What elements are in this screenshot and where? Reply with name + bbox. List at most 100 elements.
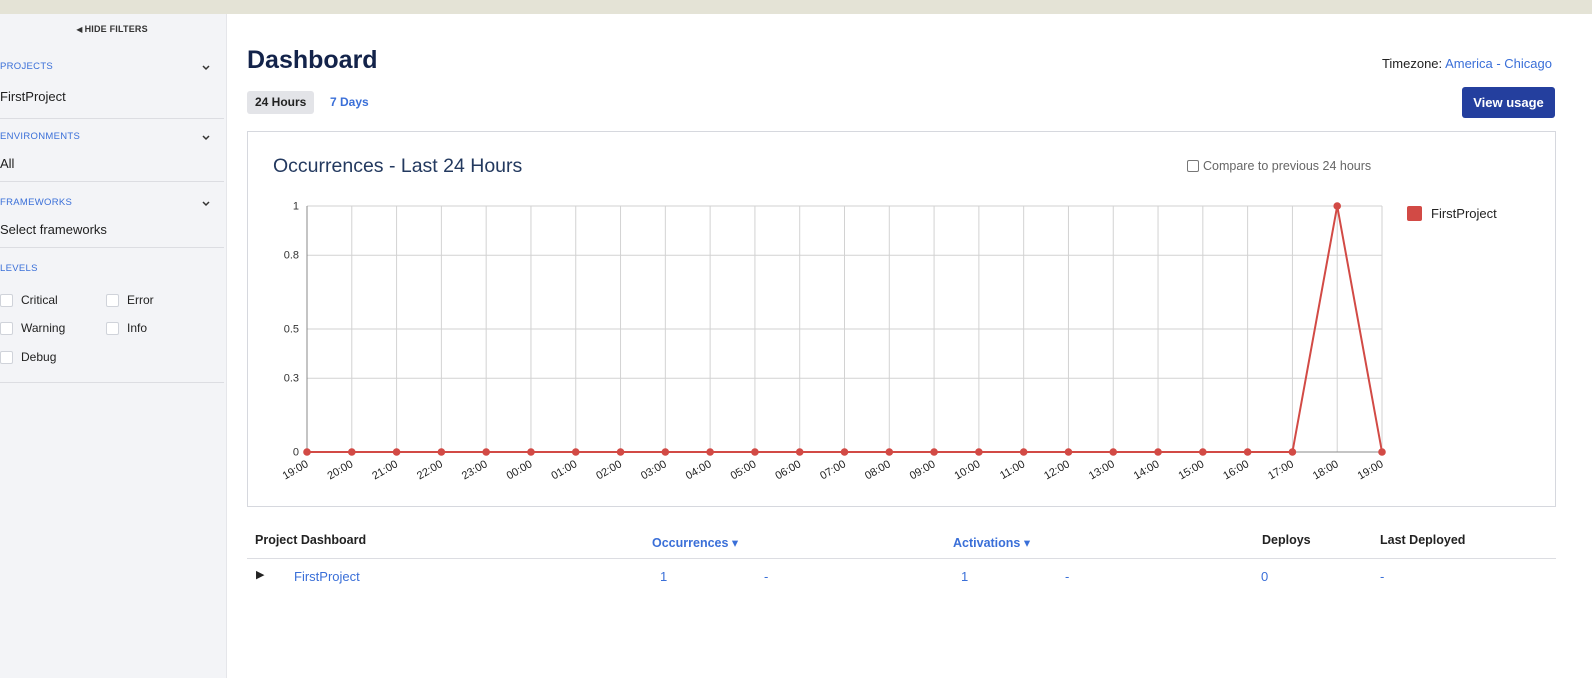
data-point: [571, 448, 580, 456]
filter-projects-value[interactable]: FirstProject: [0, 89, 66, 104]
x-tick-label: 19:00: [1356, 458, 1386, 482]
x-tick-label: 17:00: [1266, 458, 1296, 482]
chevron-down-icon[interactable]: [202, 135, 210, 143]
activations-count[interactable]: 1: [961, 569, 968, 584]
filter-projects-title: PROJECTS: [0, 61, 54, 72]
data-point: [661, 448, 670, 456]
col-last-deployed: Last Deployed: [1380, 533, 1466, 547]
level-info[interactable]: Info: [106, 321, 147, 335]
x-tick-label: 15:00: [1176, 458, 1206, 482]
x-tick-label: 12:00: [1042, 458, 1072, 482]
x-tick-label: 05:00: [729, 458, 759, 482]
x-tick-label: 14:00: [1132, 458, 1162, 482]
x-tick-label: 22:00: [415, 458, 445, 482]
checkbox[interactable]: [0, 293, 13, 307]
x-tick-label: 00:00: [505, 458, 535, 482]
chevron-down-icon[interactable]: [202, 65, 210, 73]
checkbox[interactable]: [106, 321, 119, 335]
y-tick-label: 1: [293, 201, 299, 213]
legend-swatch: [1407, 206, 1422, 221]
occurrences-count[interactable]: 1: [660, 569, 667, 584]
x-tick-label: 04:00: [684, 458, 714, 482]
chevron-down-icon[interactable]: [202, 201, 210, 209]
filter-environments-title: ENVIRONMENTS: [0, 131, 81, 142]
data-point: [347, 448, 356, 456]
x-tick-label: 06:00: [773, 458, 803, 482]
data-point: [930, 448, 938, 456]
filters-sidebar: ◀ HIDE FILTERS PROJECTS FirstProject ENVI…: [0, 14, 227, 678]
data-point: [1154, 448, 1162, 456]
legend-label: FirstProject: [1431, 206, 1497, 221]
y-tick-label: 0: [293, 447, 299, 459]
caret-left-icon: ◀: [76, 25, 83, 34]
data-point: [1243, 448, 1252, 456]
hide-filters-button[interactable]: ◀ HIDE FILTERS: [0, 24, 224, 34]
filter-frameworks-value[interactable]: Select frameworks: [0, 222, 107, 237]
level-warning[interactable]: Warning: [0, 321, 65, 335]
data-point: [1288, 448, 1297, 456]
y-tick-label: 0.5: [284, 324, 299, 336]
x-tick-label: 19:00: [281, 458, 311, 482]
level-label: Warning: [21, 321, 66, 335]
x-tick-label: 03:00: [639, 458, 669, 482]
filter-frameworks-title: FRAMEWORKS: [0, 197, 73, 208]
x-tick-label: 01:00: [549, 458, 579, 482]
level-label: Critical: [21, 293, 58, 307]
level-label: Debug: [21, 350, 57, 364]
activations-change: -: [1065, 569, 1070, 584]
x-tick-label: 20:00: [325, 458, 355, 482]
x-tick-label: 10:00: [953, 458, 983, 482]
timezone-label: Timezone:: [1381, 56, 1443, 71]
table-header: Project Dashboard Occurrences ▾ Activati…: [247, 522, 1556, 559]
timezone-link[interactable]: America - Chicago: [1445, 56, 1552, 71]
data-point: [616, 448, 625, 456]
checkbox[interactable]: [0, 350, 13, 364]
data-point: [706, 448, 714, 456]
occurrences-chart-card: Occurrences - Last 24 Hours Compare to p…: [247, 131, 1556, 507]
tab-24-hours[interactable]: 24 Hours: [247, 91, 315, 114]
data-point: [840, 448, 849, 456]
level-error[interactable]: Error: [106, 293, 154, 307]
checkbox[interactable]: [106, 293, 119, 307]
col-project-dashboard: Project Dashboard: [255, 533, 367, 547]
data-point: [751, 448, 759, 456]
y-tick-label: 0.3: [284, 373, 299, 385]
data-point: [795, 448, 804, 456]
data-point: [1064, 448, 1073, 456]
level-debug[interactable]: Debug: [0, 350, 56, 364]
level-label: Error: [127, 293, 154, 307]
data-point: [1019, 448, 1028, 456]
deploys-count[interactable]: 0: [1261, 569, 1268, 584]
data-point: [1199, 448, 1207, 456]
data-point: [437, 448, 446, 456]
x-tick-label: 21:00: [370, 458, 400, 482]
x-tick-label: 08:00: [863, 458, 893, 482]
data-point: [392, 448, 401, 456]
data-point: [482, 448, 490, 456]
project-link[interactable]: FirstProject: [294, 569, 360, 584]
level-critical[interactable]: Critical: [0, 293, 58, 307]
x-tick-label: 02:00: [594, 458, 624, 482]
checkbox[interactable]: [0, 321, 13, 335]
last-deployed-value: -: [1380, 569, 1385, 584]
table-row: ▶ FirstProject 1 - 1 - 0 -: [247, 560, 1556, 592]
col-deploys: Deploys: [1262, 533, 1311, 547]
level-label: Info: [127, 321, 148, 335]
col-activations[interactable]: Activations ▾: [953, 535, 1030, 550]
expand-row-icon[interactable]: ▶: [256, 568, 264, 581]
y-tick-label: 0.8: [284, 250, 299, 262]
col-occurrences[interactable]: Occurrences ▾: [652, 535, 738, 550]
view-usage-button[interactable]: View usage: [1462, 87, 1555, 118]
filter-levels-title: LEVELS: [0, 263, 38, 274]
top-bar: [0, 0, 1592, 14]
tab-7-days[interactable]: 7 Days: [322, 91, 377, 114]
data-point: [1333, 202, 1342, 210]
occurrences-line-chart: 0 0.3 0.5 0.8 1 19:00 20:00 21:00 22:00 23:00 00:0…: [281, 201, 1497, 483]
data-point: [1109, 448, 1118, 456]
x-tick-label: 23:00: [460, 458, 490, 482]
x-tick-label: 18:00: [1311, 458, 1341, 482]
hide-filters-label: HIDE FILTERS: [84, 24, 148, 34]
page-title: Dashboard: [247, 46, 378, 74]
x-tick-label: 07:00: [818, 458, 848, 482]
filter-environments-value[interactable]: All: [0, 156, 14, 171]
